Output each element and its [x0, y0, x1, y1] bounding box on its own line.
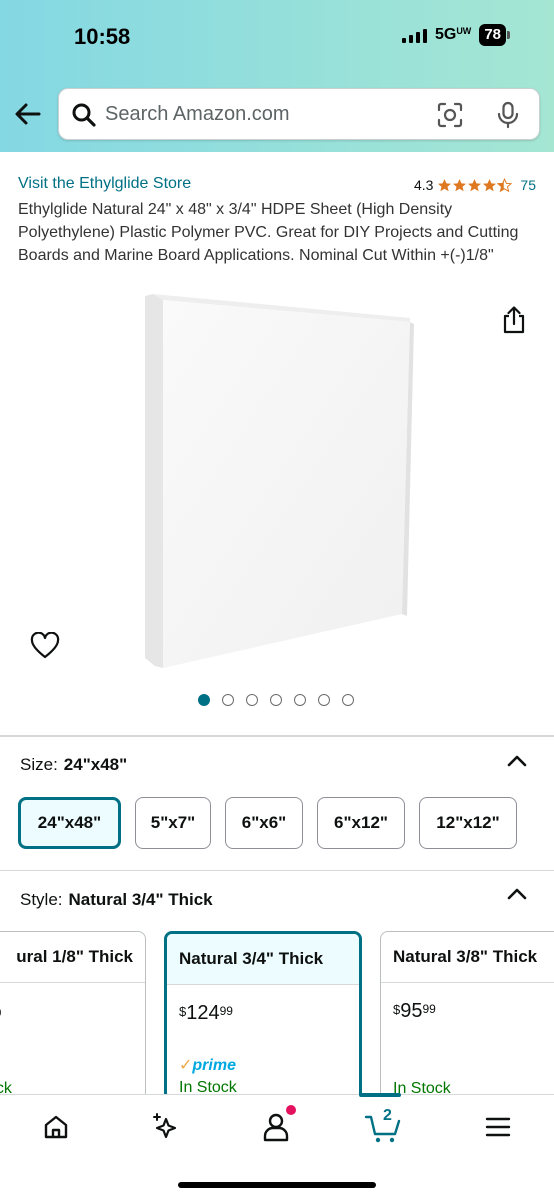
nav-home[interactable]	[36, 1109, 76, 1145]
style-card-natural-3-8[interactable]: Natural 3/8" Thick $9599 In Stock	[380, 931, 554, 1101]
star-full-icon	[438, 178, 452, 191]
size-options: 24"x48" 5"x7" 6"x6" 6"x12" 12"x12"	[18, 797, 517, 849]
carousel-dot[interactable]	[198, 694, 210, 706]
star-full-icon	[468, 178, 482, 191]
price-currency: $	[393, 1002, 401, 1017]
size-option-6x6[interactable]: 6"x6"	[225, 797, 303, 849]
price-fraction: 99	[422, 1002, 436, 1016]
star-full-icon	[453, 178, 467, 191]
style-card-title: Natural 3/4" Thick	[167, 934, 359, 985]
back-arrow-icon[interactable]	[12, 98, 44, 130]
chevron-up-icon[interactable]	[506, 754, 528, 768]
size-option-5x7[interactable]: 5"x7"	[135, 797, 211, 849]
style-selected-value: Natural 3/4" Thick	[68, 890, 213, 909]
store-link[interactable]: Visit the Ethylglide Store	[18, 175, 191, 193]
style-card-title: Natural 3/8" Thick	[381, 932, 554, 983]
account-icon	[263, 1113, 289, 1142]
home-icon	[44, 1115, 68, 1139]
carousel-dot[interactable]	[270, 694, 282, 706]
carousel-dot[interactable]	[222, 694, 234, 706]
heart-icon[interactable]	[30, 632, 60, 660]
carousel-dot[interactable]	[294, 694, 306, 706]
battery-level: 78	[479, 24, 506, 46]
chevron-up-icon[interactable]	[506, 887, 528, 901]
search-icon	[72, 103, 96, 127]
price-currency: $	[179, 1004, 187, 1019]
price-fraction: 99	[0, 1005, 1, 1020]
style-card-natural-3-4[interactable]: Natural 3/4" Thick $12499 ✓prime In Stoc…	[164, 931, 362, 1101]
style-options: ural 1/8" Thick 99 ock Natural 3/4" Thic…	[0, 931, 554, 1101]
size-option-24x48[interactable]: 24"x48"	[18, 797, 121, 849]
search-input[interactable]	[105, 99, 405, 129]
signal-icon	[401, 27, 427, 43]
rating-value: 4.3	[413, 177, 434, 193]
carousel-dot[interactable]	[246, 694, 258, 706]
app-header: 10:58 5GUW 78	[0, 0, 554, 152]
rating-stars	[437, 177, 513, 193]
notification-dot	[286, 1105, 296, 1115]
sparkle-icon	[153, 1113, 177, 1139]
prime-label: prime	[192, 1057, 236, 1074]
price-whole: 124	[186, 1002, 220, 1024]
style-card-title: ural 1/8" Thick	[0, 932, 145, 983]
status-time: 10:58	[74, 24, 131, 49]
network-sup: UW	[456, 26, 472, 36]
price-whole: 95	[400, 1000, 423, 1022]
network-type: 5GUW	[435, 26, 471, 44]
style-label: Style: Natural 3/4" Thick	[20, 890, 213, 910]
size-label: Size: 24"x48"	[20, 755, 127, 775]
battery-icon: 78	[479, 24, 510, 46]
size-selected-value: 24"x48"	[63, 755, 128, 774]
image-carousel-dots[interactable]	[198, 694, 354, 706]
nav-cart[interactable]: 2	[364, 1107, 404, 1145]
size-label-text: Size:	[20, 755, 58, 774]
cart-count: 2	[383, 1107, 392, 1124]
prime-check-icon: ✓	[179, 1057, 193, 1074]
divider	[0, 870, 554, 871]
product-title: Ethylglide Natural 24" x 48" x 3/4" HDPE…	[18, 201, 519, 264]
search-bar[interactable]	[58, 88, 540, 140]
nav-account[interactable]	[256, 1105, 296, 1145]
camera-lens-icon[interactable]	[437, 102, 463, 128]
rating-summary[interactable]: 4.3 75	[414, 177, 536, 193]
size-option-6x12[interactable]: 6"x12"	[317, 797, 405, 849]
microphone-icon[interactable]	[495, 101, 521, 129]
share-icon[interactable]	[500, 305, 528, 335]
rating-count[interactable]: 75	[520, 177, 536, 193]
star-full-icon	[483, 178, 497, 191]
divider	[0, 735, 554, 737]
style-label-text: Style:	[20, 890, 63, 909]
nav-rufus[interactable]	[146, 1109, 186, 1145]
product-image[interactable]	[145, 294, 415, 668]
status-indicators: 5GUW 78	[401, 24, 510, 46]
carousel-dot[interactable]	[342, 694, 354, 706]
carousel-dot[interactable]	[318, 694, 330, 706]
nav-menu[interactable]	[478, 1109, 518, 1145]
prime-badge: ✓prime	[179, 1055, 236, 1075]
style-card-price: $9599	[393, 1000, 436, 1023]
size-option-12x12[interactable]: 12"x12"	[419, 797, 517, 849]
price-fraction: 99	[219, 1004, 233, 1018]
star-partial-icon	[497, 177, 513, 192]
network-label: 5G	[434, 26, 457, 43]
style-card-price: 99	[0, 1000, 1, 1023]
style-card-price: $12499	[179, 1002, 233, 1025]
active-tab-indicator	[359, 1093, 401, 1097]
menu-icon	[485, 1117, 511, 1137]
home-indicator	[178, 1182, 376, 1188]
style-card-natural-1-8[interactable]: ural 1/8" Thick 99 ock	[0, 931, 146, 1101]
